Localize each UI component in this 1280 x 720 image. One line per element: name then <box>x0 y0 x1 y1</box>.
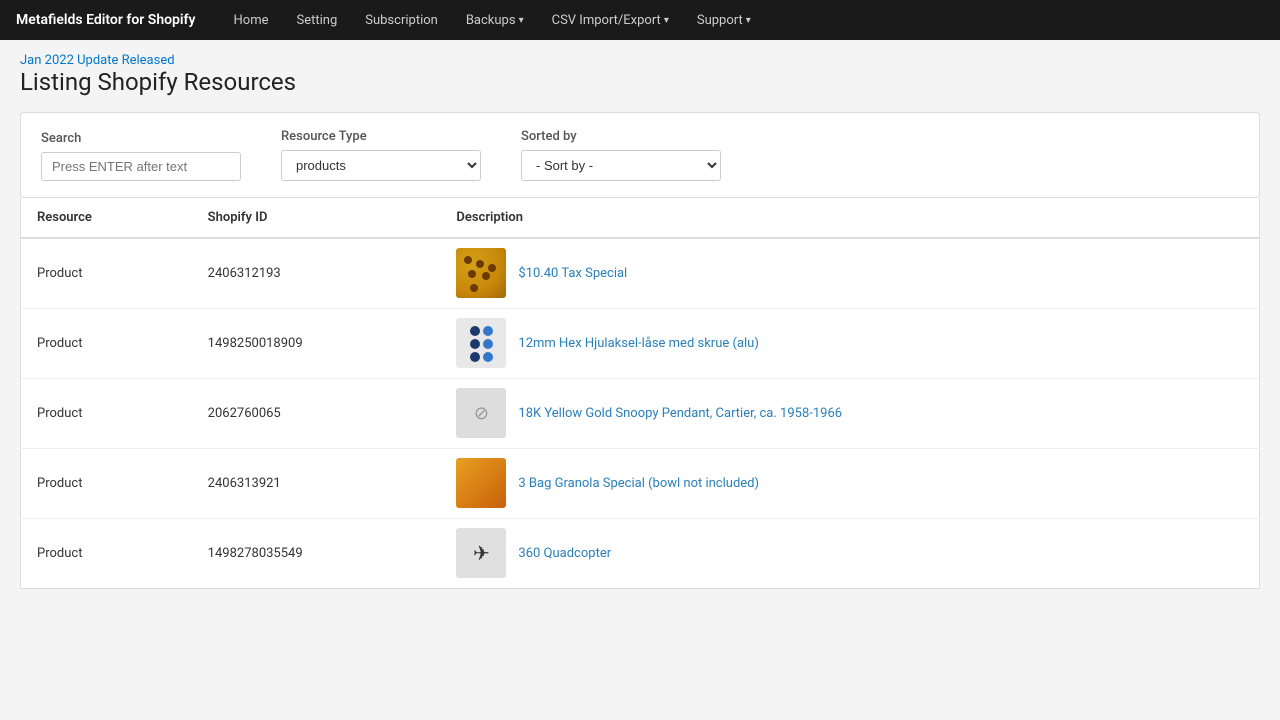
cell-shopify-id: 1498250018909 <box>192 308 441 378</box>
search-group: Search <box>41 131 241 181</box>
navbar-brand: Metafields Editor for Shopify <box>16 12 196 28</box>
table-row: Product 1498278035549 ✈ 360 Quadcopter <box>21 518 1260 588</box>
product-image <box>456 248 506 298</box>
page-title: Listing Shopify Resources <box>20 68 1260 96</box>
table-header-row: Resource Shopify ID Description <box>21 198 1260 238</box>
nav-subscription[interactable]: Subscription <box>351 0 452 40</box>
nav-setting[interactable]: Setting <box>282 0 351 40</box>
cell-shopify-id: 2406312193 <box>192 238 441 308</box>
table-row: Product 2062760065 ⊘ 18K Yellow Gold Sno… <box>21 378 1260 448</box>
product-image <box>456 458 506 508</box>
product-link[interactable]: 12mm Hex Hjulaksel-låse med skrue (alu) <box>518 336 758 351</box>
cell-resource: Product <box>21 238 192 308</box>
product-image <box>456 318 506 368</box>
product-link[interactable]: 18K Yellow Gold Snoopy Pendant, Cartier,… <box>518 406 842 421</box>
cell-resource: Product <box>21 308 192 378</box>
cell-description: ⊘ 18K Yellow Gold Snoopy Pendant, Cartie… <box>440 378 1259 448</box>
nav-csv[interactable]: CSV Import/Export <box>538 0 683 40</box>
nav-links: Home Setting Subscription Backups CSV Im… <box>220 0 1265 40</box>
cell-description: 3 Bag Granola Special (bowl not included… <box>440 448 1259 518</box>
nav-backups[interactable]: Backups <box>452 0 538 40</box>
cell-shopify-id: 1498278035549 <box>192 518 441 588</box>
cell-shopify-id: 2406313921 <box>192 448 441 518</box>
update-banner[interactable]: Jan 2022 Update Released <box>20 53 175 68</box>
cell-resource: Product <box>21 518 192 588</box>
resource-type-label: Resource Type <box>281 129 481 144</box>
search-label: Search <box>41 131 241 146</box>
col-shopify-id: Shopify ID <box>192 198 441 238</box>
resource-type-group: Resource Type products collections custo… <box>281 129 481 181</box>
table-row: Product 1498250018909 12mm Hex Hjulaksel… <box>21 308 1260 378</box>
search-input[interactable] <box>41 152 241 181</box>
col-description: Description <box>440 198 1259 238</box>
col-resource: Resource <box>21 198 192 238</box>
resource-type-select[interactable]: products collections customers orders bl… <box>281 150 481 181</box>
product-image: ⊘ <box>456 388 506 438</box>
cell-resource: Product <box>21 448 192 518</box>
sorted-by-label: Sorted by <box>521 129 721 144</box>
filter-bar: Search Resource Type products collection… <box>20 112 1260 198</box>
sorted-by-group: Sorted by - Sort by - Title A-Z Title Z-… <box>521 129 721 181</box>
sorted-by-select[interactable]: - Sort by - Title A-Z Title Z-A ID Ascen… <box>521 150 721 181</box>
table-row: Product 2406312193 $10.40 Tax Special <box>21 238 1260 308</box>
nav-support[interactable]: Support <box>683 0 765 40</box>
product-link[interactable]: $10.40 Tax Special <box>518 266 627 281</box>
table-row: Product 2406313921 3 Bag Granola Special… <box>21 448 1260 518</box>
cell-shopify-id: 2062760065 <box>192 378 441 448</box>
nav-home[interactable]: Home <box>220 0 283 40</box>
cell-description: ✈ 360 Quadcopter <box>440 518 1259 588</box>
cell-resource: Product <box>21 378 192 448</box>
navbar: Metafields Editor for Shopify Home Setti… <box>0 0 1280 40</box>
product-link[interactable]: 360 Quadcopter <box>518 546 611 561</box>
cell-description: 12mm Hex Hjulaksel-låse med skrue (alu) <box>440 308 1259 378</box>
cell-description: $10.40 Tax Special <box>440 238 1259 308</box>
product-image: ✈ <box>456 528 506 578</box>
product-link[interactable]: 3 Bag Granola Special (bowl not included… <box>518 476 759 491</box>
resource-table: Resource Shopify ID Description Product … <box>20 198 1260 589</box>
main-content: Jan 2022 Update Released Listing Shopify… <box>0 40 1280 720</box>
